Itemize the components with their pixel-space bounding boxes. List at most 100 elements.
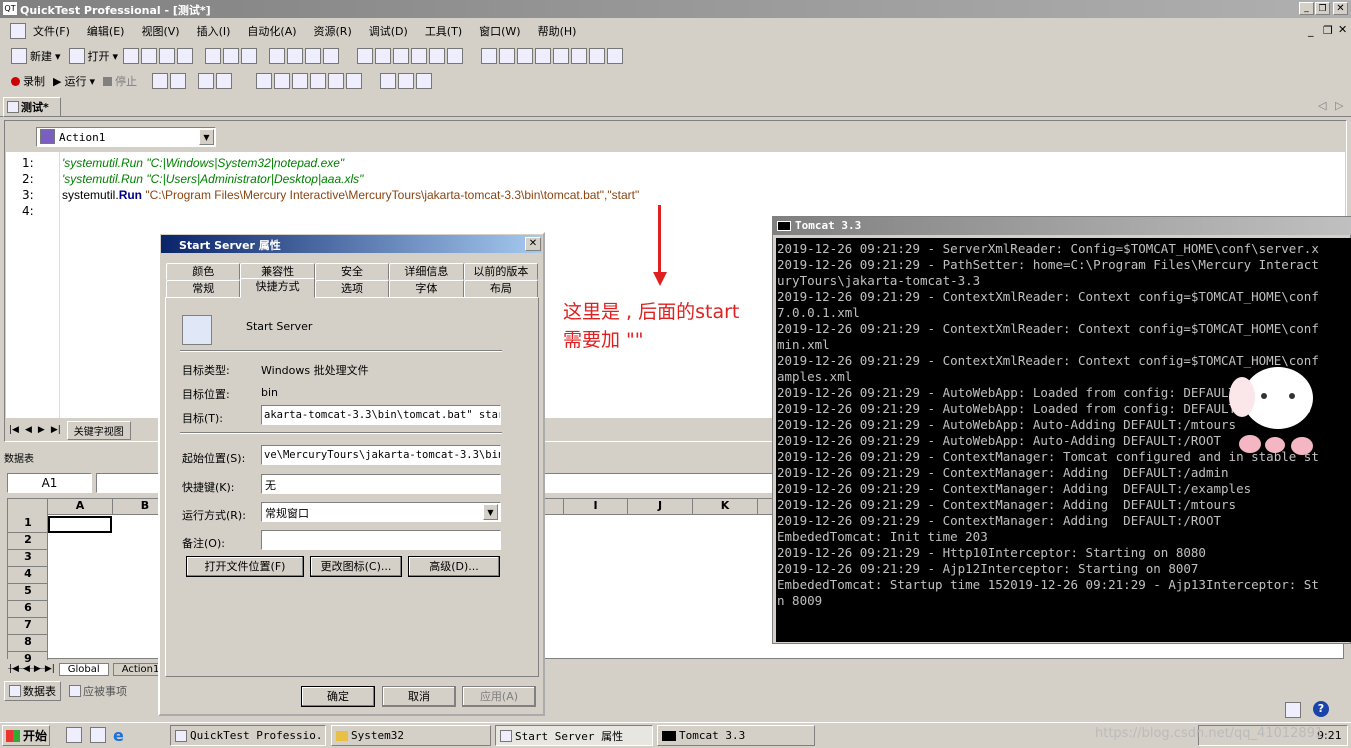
tree-icon[interactable] (481, 48, 498, 64)
resources-icon[interactable] (517, 48, 534, 64)
chevron-down-icon[interactable]: ▼ (483, 504, 498, 520)
dialog-tab[interactable]: 颜色 (166, 263, 241, 280)
breakpoint-icon[interactable] (346, 73, 362, 89)
row-header[interactable]: 3 (8, 550, 48, 567)
checkpoint-icon[interactable] (198, 73, 214, 89)
advanced-button[interactable]: 高级(D)... (408, 556, 500, 577)
settings-icon[interactable] (499, 48, 516, 64)
analog-recording-icon[interactable] (152, 73, 168, 89)
dialog-tab[interactable]: 字体 (389, 280, 464, 298)
edit-icon[interactable] (269, 48, 286, 64)
dialog-tab[interactable]: 详细信息 (389, 263, 464, 280)
dialog-tab[interactable]: 快捷方式 (240, 278, 315, 298)
step-into-icon[interactable] (292, 73, 308, 89)
save-icon[interactable] (123, 48, 140, 64)
row-header[interactable]: 5 (8, 584, 48, 601)
selected-cell[interactable] (48, 516, 112, 533)
menu-item[interactable]: 插入(I) (197, 23, 231, 39)
close-button[interactable]: ✕ (1333, 2, 1348, 15)
menu-item[interactable]: 文件(F) (33, 23, 70, 39)
object-spy-icon[interactable] (305, 48, 322, 64)
taskbar-item-tomcat[interactable]: Tomcat 3.3 (657, 725, 815, 746)
row-header[interactable]: 6 (8, 601, 48, 618)
comment-input[interactable] (261, 530, 501, 550)
mdi-restore-icon[interactable]: ❐ (1323, 24, 1333, 37)
cancel-button[interactable]: 取消 (382, 686, 456, 707)
row-header[interactable]: 4 (8, 567, 48, 584)
menu-item[interactable]: 工具(T) (425, 23, 462, 39)
change-icon-button[interactable]: 更改图标(C)... (310, 556, 402, 577)
cell-reference-box[interactable]: A1 (7, 473, 92, 493)
export-icon[interactable] (177, 48, 194, 64)
find-icon[interactable] (393, 48, 410, 64)
output-value-icon[interactable] (216, 73, 232, 89)
console-window[interactable]: Tomcat 3.3 2019-12-26 09:21:29 - ServerX… (772, 216, 1351, 644)
debug-viewer-icon[interactable] (571, 48, 588, 64)
uncomment-icon[interactable] (398, 73, 414, 89)
dialog-tab[interactable]: 安全 (314, 263, 390, 280)
binoculars-icon[interactable] (429, 48, 446, 64)
action-combo[interactable]: Action1 ▼ (36, 127, 216, 147)
chevron-down-icon[interactable]: ▼ (199, 129, 214, 145)
menu-item[interactable]: 帮助(H) (538, 23, 577, 39)
object-repository-icon[interactable] (287, 48, 304, 64)
menu-item[interactable]: 编辑(E) (87, 23, 125, 39)
tab-test[interactable]: 测试* (3, 97, 61, 117)
tab-keyword-view[interactable]: 关键字视图 (66, 420, 131, 440)
copy-icon[interactable] (223, 48, 240, 64)
start-in-input[interactable]: ve\MercuryTours\jakarta-tomcat-3.3\bin" (261, 445, 501, 465)
column-header[interactable]: A (48, 499, 113, 515)
refresh-icon[interactable] (323, 48, 340, 64)
dialog-tab[interactable]: 常规 (166, 280, 241, 298)
row-header[interactable]: 1 (8, 516, 48, 533)
quicklaunch-1-icon[interactable] (66, 727, 82, 743)
show-desktop-icon[interactable] (90, 727, 106, 743)
browser-icon[interactable]: e (113, 726, 124, 745)
mdi-close-icon[interactable]: ✕ (1338, 23, 1347, 36)
column-header[interactable]: I (563, 499, 628, 515)
low-level-recording-icon[interactable] (170, 73, 186, 89)
mdi-minimize-icon[interactable]: _ (1308, 24, 1314, 37)
tab-scroll-right-icon[interactable]: ▷ (1335, 99, 1343, 112)
taskbar-item-system32[interactable]: System32 (331, 725, 491, 746)
nav-prev-icon[interactable]: ◀ (25, 425, 32, 435)
minimize-button[interactable]: _ (1299, 2, 1314, 15)
step-out-icon[interactable] (328, 73, 344, 89)
save-all-icon[interactable] (141, 48, 158, 64)
keyword-view-icon[interactable] (535, 48, 552, 64)
restore-button[interactable]: ❐ (1315, 2, 1330, 15)
help-icon[interactable]: ? (1313, 701, 1329, 717)
stop-button[interactable]: 停止 (100, 72, 140, 90)
undo-icon[interactable] (357, 48, 374, 64)
row-header[interactable]: 7 (8, 618, 48, 635)
menu-item[interactable]: 自动化(A) (247, 23, 296, 39)
tab-scroll-left-icon[interactable]: ◁ (1318, 99, 1326, 112)
nav-first-icon[interactable]: |◀ (9, 425, 19, 435)
open-file-location-button[interactable]: 打开文件位置(F) (186, 556, 304, 577)
run-select[interactable]: 常规窗口 ▼ (261, 502, 501, 522)
data-table-icon[interactable] (553, 48, 570, 64)
sheet-nav-next-icon[interactable]: ▶ (34, 664, 41, 674)
menu-item[interactable]: 视图(V) (141, 23, 179, 39)
new-button[interactable]: 新建 ▾ (8, 47, 64, 65)
hotkey-input[interactable]: 无 (261, 474, 501, 494)
menu-item[interactable]: 窗口(W) (479, 23, 520, 39)
comment-icon[interactable] (380, 73, 396, 89)
dialog-close-button[interactable]: ✕ (525, 237, 541, 251)
column-header[interactable]: K (693, 499, 758, 515)
apply-button[interactable]: 应用(A) (462, 686, 536, 707)
menu-item[interactable]: 资源(R) (314, 23, 352, 39)
start-button[interactable]: 开始 (2, 725, 50, 746)
sheet-nav-last-icon[interactable]: ▶| (45, 664, 55, 674)
active-screen-icon[interactable] (589, 48, 606, 64)
print-icon[interactable] (159, 48, 176, 64)
indent-icon[interactable] (416, 73, 432, 89)
dialog-tab[interactable]: 布局 (463, 280, 539, 298)
nav-next-icon[interactable]: ▶ (38, 425, 45, 435)
row-header[interactable]: 8 (8, 635, 48, 652)
information-icon[interactable] (607, 48, 624, 64)
cut-icon[interactable] (205, 48, 222, 64)
redo-icon[interactable] (375, 48, 392, 64)
sheet-nav-first-icon[interactable]: |◀ (9, 664, 19, 674)
nav-last-icon[interactable]: ▶| (51, 425, 61, 435)
